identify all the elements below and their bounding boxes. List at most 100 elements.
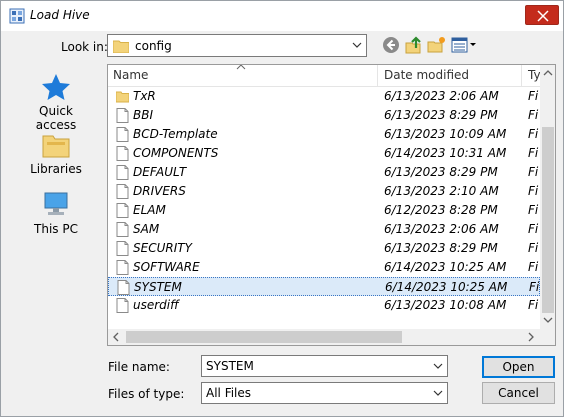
- file-type: Fi: [528, 203, 539, 217]
- view-menu-icon[interactable]: [451, 35, 477, 55]
- lookin-label: Look in:: [61, 40, 108, 54]
- file-name: userdiff: [133, 298, 179, 312]
- folder-icon: [113, 40, 129, 53]
- file-type: Fi: [528, 222, 539, 236]
- file-type: Fi: [528, 260, 539, 274]
- file-icon: [116, 165, 129, 180]
- scroll-down-icon[interactable]: [543, 317, 553, 324]
- file-date: 6/14/2023 10:25 AM: [385, 280, 508, 294]
- up-folder-icon[interactable]: [404, 35, 424, 55]
- close-icon: [537, 10, 549, 22]
- filetype-dropdown[interactable]: All Files: [201, 382, 448, 404]
- file-name: ELAM: [133, 203, 166, 217]
- scroll-up-icon[interactable]: [543, 69, 553, 76]
- place-this-pc[interactable]: This PC: [19, 191, 93, 236]
- file-type: Fi: [528, 298, 539, 312]
- file-icon: [116, 222, 129, 237]
- file-row[interactable]: SAM 6/13/2023 2:06 AM Fi: [108, 220, 540, 239]
- open-button[interactable]: Open: [482, 356, 555, 378]
- new-folder-icon[interactable]: [427, 35, 447, 55]
- file-row[interactable]: COMPONENTS 6/14/2023 10:31 AM Fi: [108, 144, 540, 163]
- file-row[interactable]: ELAM 6/12/2023 8:28 PM Fi: [108, 201, 540, 220]
- file-row[interactable]: BBI 6/13/2023 8:29 PM Fi: [108, 106, 540, 125]
- file-icon: [116, 203, 129, 218]
- column-type[interactable]: Ty: [528, 68, 541, 82]
- back-icon[interactable]: [381, 35, 401, 55]
- column-date-modified[interactable]: Date modified: [384, 68, 469, 82]
- file-date: 6/12/2023 8:28 PM: [384, 203, 498, 217]
- file-list[interactable]: Name Date modified Ty TxR 6/13/2023 2:06 …: [107, 64, 556, 346]
- cancel-button[interactable]: Cancel: [482, 382, 555, 404]
- folder-icon: [116, 91, 129, 103]
- file-name: COMPONENTS: [133, 146, 219, 160]
- file-type: Fi: [529, 280, 540, 294]
- file-name: SYSTEM: [134, 280, 182, 294]
- file-row[interactable]: DRIVERS 6/13/2023 2:10 AM Fi: [108, 182, 540, 201]
- sort-ascending-icon: [236, 65, 246, 70]
- title-bar: Load Hive: [1, 1, 563, 31]
- filename-value: SYSTEM: [206, 359, 254, 373]
- file-name: SECURITY: [133, 241, 192, 255]
- horizontal-scroll-thumb[interactable]: [126, 331, 402, 343]
- horizontal-scrollbar[interactable]: [108, 329, 540, 345]
- file-date: 6/13/2023 2:06 AM: [384, 222, 499, 236]
- file-row[interactable]: userdiff 6/13/2023 10:08 AM Fi: [108, 296, 540, 315]
- file-name: BCD-Template: [133, 127, 218, 141]
- column-name[interactable]: Name: [113, 68, 148, 82]
- vertical-scroll-thumb[interactable]: [542, 127, 554, 313]
- file-name: SAM: [133, 222, 160, 236]
- file-icon: [116, 298, 129, 313]
- chevron-down-icon: [352, 42, 362, 48]
- file-icon: [116, 127, 129, 142]
- filename-input[interactable]: SYSTEM: [201, 355, 448, 377]
- file-date: 6/13/2023 2:06 AM: [384, 89, 499, 103]
- chevron-down-icon[interactable]: [433, 389, 443, 397]
- scroll-corner: [540, 329, 555, 345]
- file-row[interactable]: BCD-Template 6/13/2023 10:09 AM Fi: [108, 125, 540, 144]
- file-row[interactable]: TxR 6/13/2023 2:06 AM Fi: [108, 87, 540, 106]
- file-type: Fi: [528, 89, 539, 103]
- star-icon: [42, 74, 70, 100]
- place-libraries[interactable]: Libraries: [19, 131, 93, 176]
- scroll-left-icon[interactable]: [112, 332, 119, 342]
- file-icon: [116, 184, 129, 199]
- computer-icon: [44, 192, 68, 215]
- lookin-dropdown[interactable]: config: [107, 34, 367, 57]
- file-date: 6/13/2023 2:10 AM: [384, 184, 499, 198]
- file-name: SOFTWARE: [133, 260, 200, 274]
- file-name: DRIVERS: [133, 184, 186, 198]
- file-date: 6/13/2023 10:09 AM: [384, 127, 507, 141]
- place-quick-access[interactable]: Quick access: [19, 73, 93, 132]
- file-date: 6/13/2023 10:08 AM: [384, 298, 507, 312]
- place-label: This PC: [34, 222, 78, 236]
- file-name: TxR: [133, 89, 156, 103]
- file-row[interactable]: DEFAULT 6/13/2023 8:29 PM Fi: [108, 163, 540, 182]
- filetype-label: Files of type:: [108, 387, 185, 401]
- libraries-icon: [42, 135, 70, 158]
- file-type: Fi: [528, 165, 539, 179]
- chevron-down-icon[interactable]: [433, 362, 443, 370]
- file-date: 6/13/2023 8:29 PM: [384, 165, 498, 179]
- file-row[interactable]: SECURITY 6/13/2023 8:29 PM Fi: [108, 239, 540, 258]
- file-row[interactable]: SOFTWARE 6/14/2023 10:25 AM Fi: [108, 258, 540, 277]
- window-title: Load Hive: [30, 8, 90, 22]
- file-type: Fi: [528, 127, 539, 141]
- lookin-value: config: [135, 39, 172, 53]
- vertical-scrollbar[interactable]: [540, 65, 555, 329]
- file-name: BBI: [133, 108, 154, 122]
- list-header: Name Date modified Ty: [108, 65, 541, 87]
- file-date: 6/14/2023 10:31 AM: [384, 146, 507, 160]
- file-type: Fi: [528, 108, 539, 122]
- filetype-value: All Files: [206, 386, 252, 400]
- place-label: Quick access: [35, 104, 77, 132]
- filename-label: File name:: [108, 360, 170, 374]
- place-label: Libraries: [30, 162, 82, 176]
- file-icon: [116, 108, 129, 123]
- file-date: 6/14/2023 10:25 AM: [384, 260, 507, 274]
- scroll-right-icon[interactable]: [528, 332, 535, 342]
- file-row[interactable]: SYSTEM 6/14/2023 10:25 AM Fi: [108, 277, 540, 296]
- close-button[interactable]: [525, 5, 559, 25]
- file-date: 6/13/2023 8:29 PM: [384, 241, 498, 255]
- registry-icon: [9, 8, 25, 24]
- file-date: 6/13/2023 8:29 PM: [384, 108, 498, 122]
